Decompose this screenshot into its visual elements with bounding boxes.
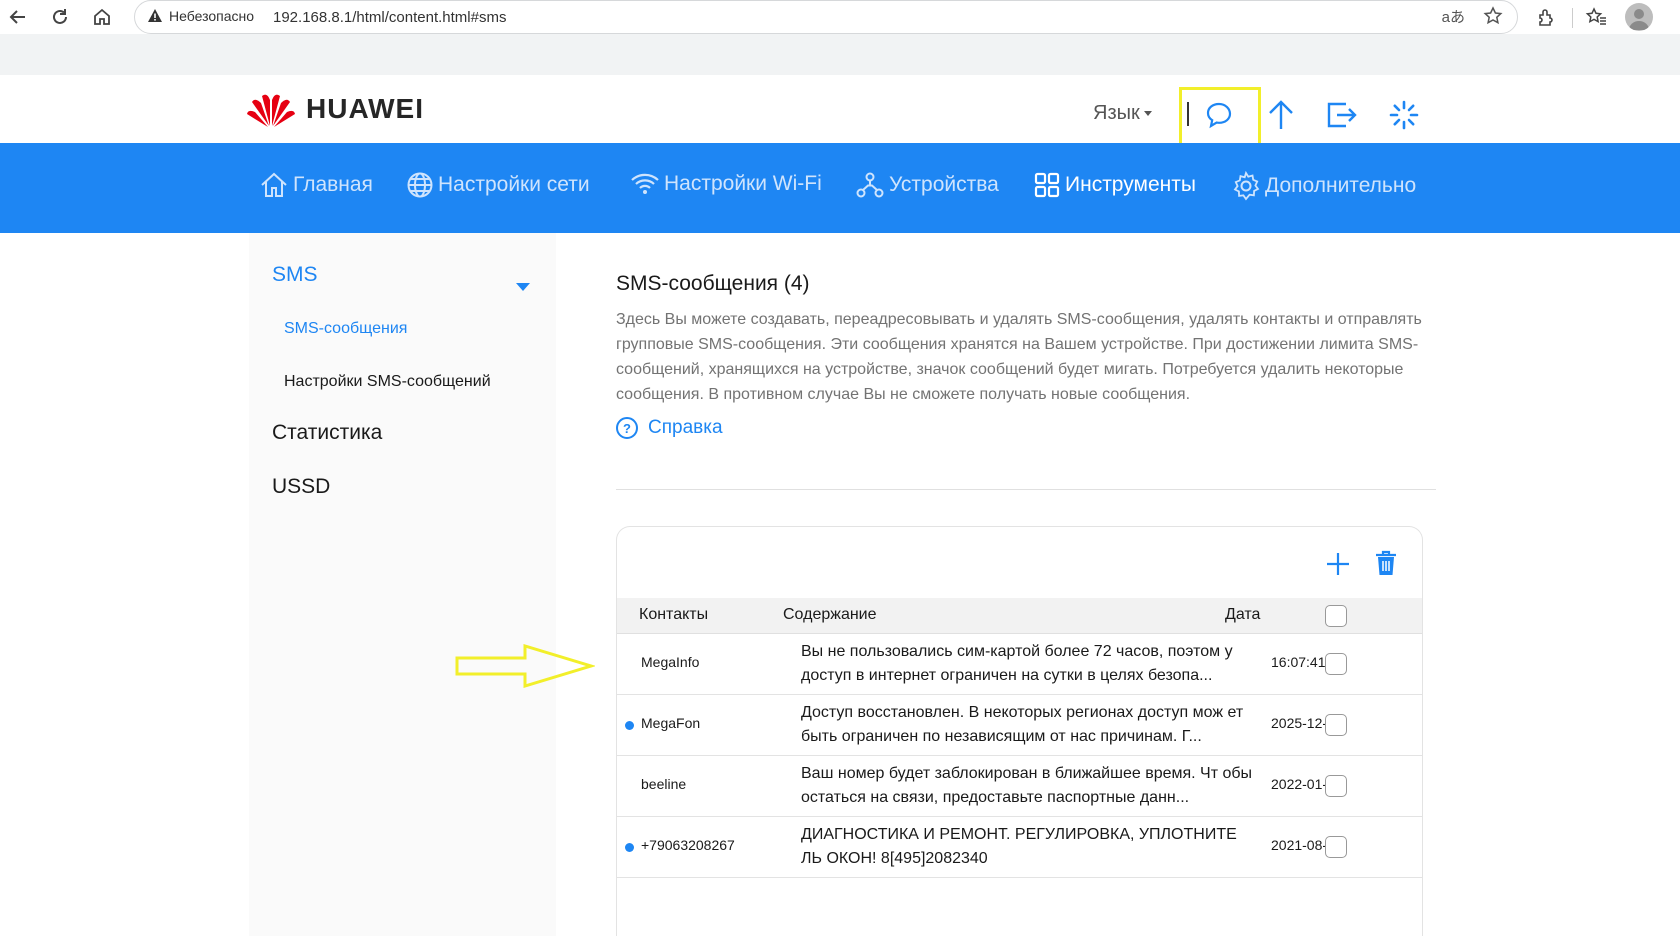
devices-icon <box>856 172 884 198</box>
plus-icon <box>1327 553 1349 575</box>
table-header: Контакты Содержание Дата <box>617 598 1422 634</box>
delete-button[interactable] <box>1374 549 1400 577</box>
row-content: ДИАГНОСТИКА И РЕМОНТ. РЕГУЛИРОВКА, УПЛОТ… <box>801 826 1237 867</box>
header-date: Дата <box>1225 606 1261 623</box>
bookmark-star-icon[interactable] <box>1483 6 1503 31</box>
unread-dot <box>625 843 634 852</box>
help-link[interactable]: ? Справка <box>616 417 723 439</box>
help-label: Справка <box>648 417 723 438</box>
row-contact: +79063208267 <box>641 837 735 853</box>
row-content: Доступ восстановлен. В некоторых региона… <box>801 704 1244 745</box>
language-selector[interactable]: Язык <box>1093 102 1152 125</box>
trash-icon <box>1376 550 1396 575</box>
router-page: HUAWEI Язык Главная Настройки сети Настр… <box>0 75 1680 936</box>
table-row[interactable]: MegaFon Доступ восстановлен. В некоторых… <box>617 695 1422 756</box>
unread-dot <box>625 721 634 730</box>
wifi-icon <box>631 173 659 194</box>
row-date: 16:07:41 <box>1271 654 1326 670</box>
menu-tools[interactable]: Инструменты <box>1033 171 1196 199</box>
help-icon: ? <box>616 417 638 439</box>
row-checkbox[interactable] <box>1325 714 1347 736</box>
logout-icon[interactable] <box>1325 98 1359 132</box>
loading-spinner-icon[interactable] <box>1387 98 1421 132</box>
menu-devices-label: Устройства <box>889 173 999 196</box>
main-menu: Главная Настройки сети Настройки Wi-Fi У… <box>0 143 1680 233</box>
warning-icon <box>148 9 162 22</box>
address-bar[interactable]: Небезопасно 192.168.8.1/html/content.htm… <box>134 0 1518 34</box>
sidebar: SMS SMS-сообщения Настройки SMS-сообщени… <box>249 233 556 936</box>
row-checkbox[interactable] <box>1325 775 1347 797</box>
add-message-button[interactable] <box>1325 551 1351 577</box>
home-page-icon[interactable] <box>88 4 116 30</box>
menu-tools-label: Инструменты <box>1065 173 1196 196</box>
home-icon <box>261 172 287 197</box>
row-checkbox[interactable] <box>1325 653 1347 675</box>
row-contact: MegaInfo <box>641 654 700 670</box>
page-header: HUAWEI Язык <box>0 75 1680 150</box>
url-text[interactable]: 192.168.8.1/html/content.html#sms <box>273 9 506 26</box>
favorites-icon[interactable] <box>1581 4 1611 30</box>
sidebar-item-sms[interactable]: SMS <box>272 263 318 287</box>
sidebar-item-ussd[interactable]: USSD <box>272 475 330 499</box>
sidebar-item-sms-settings[interactable]: Настройки SMS-сообщений <box>284 373 491 391</box>
sms-table-card: Контакты Содержание Дата MegaInfo Вы не … <box>616 526 1423 936</box>
security-label: Небезопасно <box>169 8 255 24</box>
header-contacts: Контакты <box>639 606 709 623</box>
select-all-checkbox[interactable] <box>1325 605 1347 627</box>
toolbar-divider <box>1572 8 1573 28</box>
content-divider <box>616 489 1436 490</box>
menu-advanced[interactable]: Дополнительно <box>1231 171 1416 201</box>
table-row[interactable]: +79063208267 ДИАГНОСТИКА И РЕМОНТ. РЕГУЛ… <box>617 817 1422 878</box>
row-contact: beeline <box>641 776 687 792</box>
row-checkbox[interactable] <box>1325 836 1347 858</box>
language-label: Язык <box>1093 102 1140 124</box>
menu-network-settings[interactable]: Настройки сети <box>406 171 590 199</box>
annotation-arrow <box>455 644 595 688</box>
update-arrow-icon[interactable] <box>1264 98 1298 132</box>
header-content: Содержание <box>783 606 877 623</box>
profile-avatar[interactable] <box>1625 3 1653 31</box>
translate-icon[interactable]: aあ <box>1442 6 1465 31</box>
gear-icon <box>1233 171 1260 201</box>
row-content: Ваш номер будет заблокирован в ближайшее… <box>801 765 1253 806</box>
back-icon[interactable] <box>4 4 32 30</box>
table-row[interactable]: MegaInfo Вы не пользовались сим-картой б… <box>617 634 1422 695</box>
table-row[interactable]: beeline Ваш номер будет заблокирован в б… <box>617 756 1422 817</box>
menu-advanced-label: Дополнительно <box>1265 174 1417 197</box>
row-contact: MegaFon <box>641 715 701 731</box>
collapse-caret-icon[interactable] <box>516 283 530 291</box>
caret-down-icon <box>1143 111 1152 117</box>
menu-home-label: Главная <box>293 173 373 196</box>
sidebar-item-statistics[interactable]: Статистика <box>272 421 382 445</box>
row-content: Вы не пользовались сим-картой более 72 ч… <box>801 643 1233 684</box>
menu-home[interactable]: Главная <box>259 171 373 199</box>
huawei-flower-icon <box>247 94 295 127</box>
globe-icon <box>407 172 433 198</box>
tools-icon <box>1034 172 1060 198</box>
menu-wifi-settings[interactable]: Настройки Wi-Fi <box>630 171 822 197</box>
page-description: Здесь Вы можете создавать, переадресовыв… <box>616 311 1422 403</box>
messages-icon[interactable] <box>1202 98 1236 132</box>
page-title: SMS-сообщения (4) <box>616 272 810 295</box>
extensions-icon[interactable] <box>1531 4 1561 30</box>
brand-name: HUAWEI <box>306 93 424 124</box>
sidebar-item-sms-messages[interactable]: SMS-сообщения <box>284 320 407 338</box>
browser-toolbar: Небезопасно 192.168.8.1/html/content.htm… <box>0 0 1680 34</box>
security-warning[interactable]: Небезопасно <box>147 8 254 24</box>
menu-network-label: Настройки сети <box>438 173 590 196</box>
menu-wifi-label: Настройки Wi-Fi <box>664 172 822 195</box>
menu-devices[interactable]: Устройства <box>855 171 999 199</box>
reload-icon[interactable] <box>46 4 74 30</box>
huawei-logo[interactable]: HUAWEI <box>246 90 424 128</box>
